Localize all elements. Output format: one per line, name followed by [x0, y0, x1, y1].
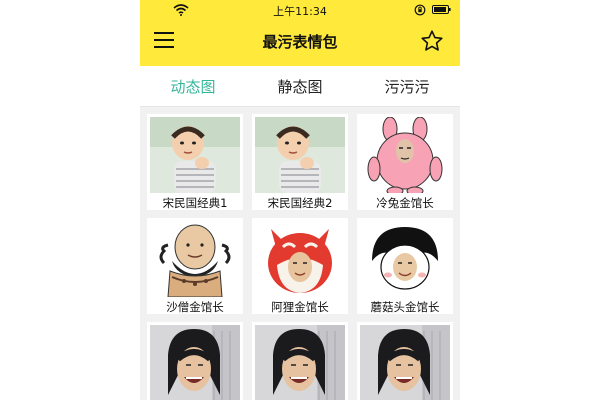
sticker-image-laughing-man	[255, 325, 345, 400]
sticker-card[interactable]: 冷兔金馆长	[357, 114, 453, 210]
sticker-card[interactable]	[357, 322, 453, 400]
page-title: 最污表情包	[262, 33, 338, 51]
status-time: 上午11:34	[273, 5, 327, 18]
sticker-caption: 冷兔金馆长	[376, 196, 434, 210]
status-bar: 上午11:34	[140, 0, 460, 20]
battery-icon	[432, 5, 451, 14]
sticker-card[interactable]: 沙僧金馆长	[147, 218, 243, 314]
sticker-card[interactable]: 阿狸金馆长	[252, 218, 348, 314]
sticker-image-laughing-man	[360, 325, 450, 400]
sticker-image-pink-rabbit	[360, 117, 450, 193]
app-header: 上午11:34 最污表情包	[140, 0, 460, 66]
star-icon[interactable]	[420, 29, 444, 53]
sticker-card[interactable]: 宋民国经典2	[252, 114, 348, 210]
sticker-image-bald-monk	[150, 221, 240, 297]
sticker-image-laughing-man	[150, 325, 240, 400]
tab-bar: 动态图 静态图 污污污	[140, 66, 460, 107]
sticker-caption: 蘑菇头金馆长	[370, 300, 440, 314]
sticker-caption: 宋民国经典2	[267, 196, 333, 210]
sticker-caption: 宋民国经典1	[162, 196, 228, 210]
tab-animated[interactable]: 动态图	[140, 76, 246, 97]
sticker-card[interactable]	[147, 322, 243, 400]
sticker-card[interactable]: 宋民国经典1	[147, 114, 243, 210]
tab-dirty[interactable]: 污污污	[354, 76, 460, 97]
sticker-image-mushroom-head	[360, 221, 450, 297]
sticker-caption: 阿狸金馆长	[271, 300, 329, 314]
sticker-card[interactable]: 蘑菇头金馆长	[357, 218, 453, 314]
sticker-image-red-fox	[255, 221, 345, 297]
rotation-lock-icon	[414, 4, 426, 16]
sticker-caption: 沙僧金馆长	[166, 300, 224, 314]
phone-screen: 上午11:34 最污表情包 动态图 静态图 污污污 宋民国经典1 宋民国经典2 …	[140, 0, 460, 400]
sticker-image-boy	[150, 117, 240, 193]
sticker-image-boy	[255, 117, 345, 193]
tab-static[interactable]: 静态图	[247, 76, 353, 97]
sticker-card[interactable]	[252, 322, 348, 400]
